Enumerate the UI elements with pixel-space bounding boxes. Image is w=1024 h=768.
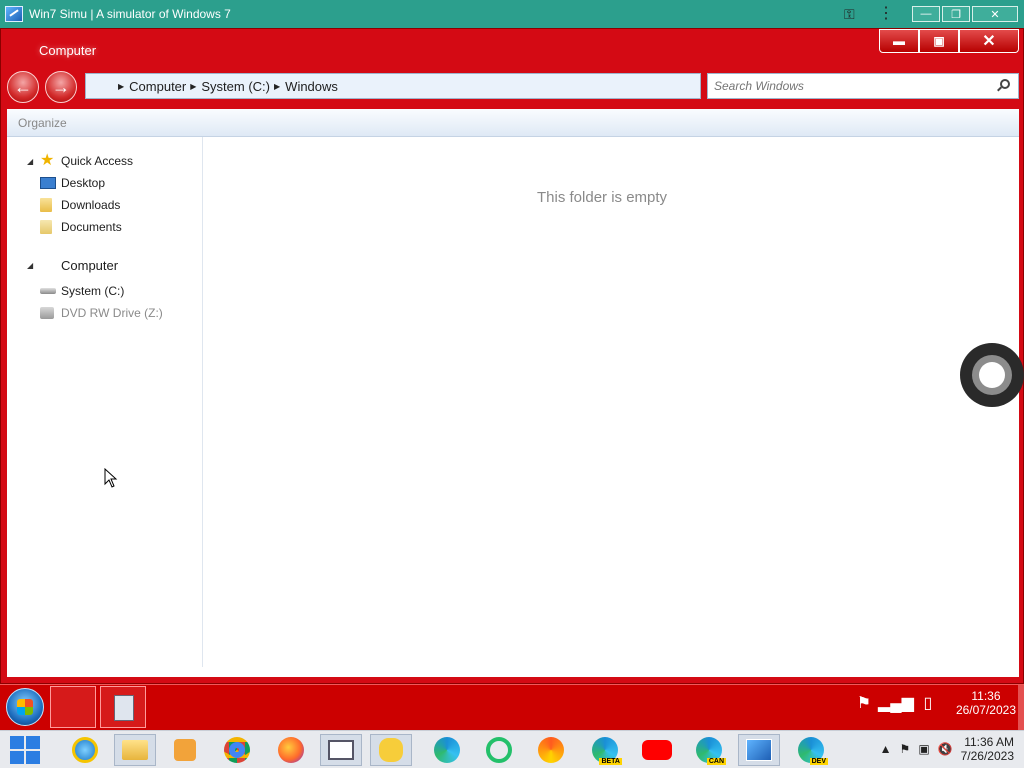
action-center-flag-icon[interactable]: ⚑ [854,693,874,713]
nav-label: DVD RW Drive (Z:) [61,306,163,320]
desktop-icon [40,177,56,189]
organize-button[interactable]: Organize [18,116,67,130]
internet-explorer-icon[interactable] [64,734,106,766]
windows-start-icon[interactable] [10,736,40,764]
dev-badge: DEV [809,758,828,765]
simulated-taskbar: ⚑ ▂▄▆ ▯ 11:36 26/07/2023 [0,684,1024,731]
host-taskbar: BETA CAN DEV ▲ ⚑ ▣ 🔇 11:36 AM 7/26/2023 [0,730,1024,768]
canary-badge: CAN [706,758,726,765]
mouse-cursor-icon [104,468,118,488]
window-title: Computer [39,43,97,58]
empty-folder-message: This folder is empty [537,189,668,206]
nav-dvd-drive[interactable]: DVD RW Drive (Z:) [7,303,197,323]
nav-quick-access[interactable]: ◢ ★ Quick Access [7,151,197,171]
host-clock-time: 11:36 AM [964,735,1014,749]
host-clock[interactable]: 11:36 AM 7/26/2023 [961,735,1014,763]
host-system-tray: ▲ ⚑ ▣ 🔇 11:36 AM 7/26/2023 [880,735,1014,763]
battery-icon[interactable]: ▯ [918,693,938,713]
explorer-window: Computer ▬ ▣ ✕ ← → ▶ Computer ▶ System (… [0,28,1024,684]
youtube-icon[interactable] [636,734,678,766]
edge-dev-icon[interactable]: DEV [790,734,832,766]
sim-clock[interactable]: 11:36 26/07/2023 [956,689,1016,717]
expand-arrow-icon[interactable]: ◢ [27,261,33,270]
breadcrumb-windows[interactable]: Windows [285,79,338,94]
remote-desktop-icon[interactable] [320,734,362,766]
edge-icon[interactable] [426,734,468,766]
breadcrumb-arrow-icon[interactable]: ▶ [190,82,196,91]
nav-system-drive[interactable]: System (C:) [7,281,197,301]
expand-arrow-icon[interactable]: ◢ [27,157,33,166]
downloads-folder-icon [40,198,52,212]
host-close-button[interactable]: ✕ [972,6,1018,22]
edge-beta-icon[interactable]: BETA [584,734,626,766]
chrome-icon[interactable] [216,734,258,766]
star-icon: ★ [40,152,55,169]
beta-badge: BETA [599,758,622,765]
search-icon[interactable] [1000,79,1010,89]
assistive-touch-button[interactable] [960,343,1024,407]
dvd-drive-icon [40,307,54,319]
window-minimize-button[interactable]: ▬ [879,29,919,53]
window-maximize-button[interactable]: ▣ [919,29,959,53]
sim-clock-time: 11:36 [971,689,1001,703]
nav-label: Downloads [61,198,121,212]
nav-label: System (C:) [61,284,125,298]
signal-bars-icon[interactable]: ▂▄▆ [878,693,914,713]
host-restore-button[interactable]: ❐ [942,6,970,22]
address-bar[interactable]: ▶ Computer ▶ System (C:) ▶ Windows [85,73,701,99]
action-center-flag-icon[interactable]: ⚑ [900,742,911,756]
breadcrumb-arrow-icon[interactable]: ▶ [118,82,124,91]
breadcrumb-arrow-icon[interactable]: ▶ [274,82,280,91]
sim-clock-date: 26/07/2023 [955,703,1016,717]
show-desktop-button[interactable] [1018,685,1024,731]
navigation-pane: ◢ ★ Quick Access Desktop Downloads Docum… [7,137,203,667]
nav-label: Computer [61,257,119,273]
host-app-title: Win7 Simu | A simulator of Windows 7 [29,7,231,21]
search-box[interactable] [707,73,1019,99]
search-input[interactable] [714,79,984,93]
more-vertical-icon[interactable]: ⋮ [878,6,894,22]
nav-label: Desktop [61,176,106,190]
host-app-bar: Win7 Simu | A simulator of Windows 7 ⚿ ⋮… [0,0,1024,28]
nav-documents[interactable]: Documents [7,217,197,237]
taskbar-explorer-button[interactable] [50,686,96,728]
bee-app-icon[interactable] [370,734,412,766]
start-orb-icon[interactable] [6,688,44,726]
hard-drive-icon [40,288,56,294]
nav-computer[interactable]: ◢ Computer [7,255,197,275]
media-player-icon[interactable] [164,734,206,766]
opera-icon[interactable] [478,734,520,766]
file-explorer-icon[interactable] [114,734,156,766]
key-icon[interactable]: ⚿ [844,6,860,23]
nav-desktop[interactable]: Desktop [7,173,197,193]
documents-folder-icon [40,220,52,234]
window-close-button[interactable]: ✕ [959,29,1019,53]
nav-label: Quick Access [61,154,134,168]
window-controls: ▬ ▣ ✕ [879,29,1019,53]
taskbar-calculator-button[interactable] [100,686,146,728]
back-button[interactable]: ← [7,71,39,103]
win7-simu-icon[interactable] [738,734,780,766]
volume-muted-icon[interactable]: 🔇 [938,742,953,756]
content-area: ◢ ★ Quick Access Desktop Downloads Docum… [7,137,1019,677]
network-icon[interactable]: ▣ [918,742,929,756]
app-logo-icon [5,6,23,22]
forward-button[interactable]: → [45,71,77,103]
host-minimize-button[interactable]: — [912,6,940,22]
command-toolbar: Organize [7,109,1019,137]
brave-icon[interactable] [530,734,572,766]
edge-canary-icon[interactable]: CAN [688,734,730,766]
sim-system-tray: ⚑ ▂▄▆ ▯ 11:36 26/07/2023 [854,689,1016,717]
host-clock-date: 7/26/2023 [960,749,1014,763]
firefox-icon[interactable] [270,734,312,766]
nav-label: Documents [61,220,122,234]
breadcrumb-system-c[interactable]: System (C:) [201,79,270,94]
breadcrumb-computer[interactable]: Computer [129,79,186,94]
tray-overflow-icon[interactable]: ▲ [880,742,892,756]
nav-downloads[interactable]: Downloads [7,195,197,215]
